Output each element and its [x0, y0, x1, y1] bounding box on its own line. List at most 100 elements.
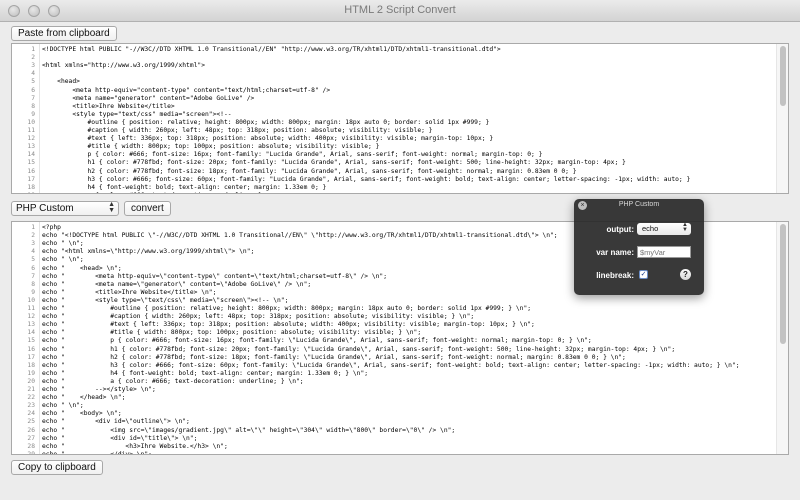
copy-to-clipboard-button[interactable]: Copy to clipboard — [11, 460, 103, 475]
code-line: 1 <!DOCTYPE html PUBLIC "-//W3C//DTD XHTM… — [12, 46, 501, 54]
hud-title: PHP Custom — [618, 201, 660, 208]
code-line: 22 echo " </head> \n"; — [12, 394, 125, 402]
line-number: 15 — [27, 337, 35, 345]
code-text: echo " \n"; — [42, 240, 84, 248]
code-line: 3 echo " \n"; — [12, 240, 84, 248]
line-number: 6 — [31, 264, 35, 272]
code-line: 13 #title { width: 800px; top: 100px; po… — [12, 143, 379, 151]
select-arrows-icon: ▲ ▼ — [108, 201, 115, 214]
line-number: 17 — [27, 175, 35, 183]
code-text: echo " --></style> \n"; — [42, 386, 156, 393]
code-line: 23 echo " \n"; — [12, 402, 83, 410]
code-text: echo " <meta name=\"generator\" content=… — [42, 280, 312, 288]
linebreak-label: linebreak: — [596, 271, 634, 280]
code-line: 11 echo " #outline { position: relative; … — [12, 305, 531, 313]
code-line: 26 echo " <img src=\"images/gradient.jpg\… — [12, 427, 455, 435]
code-line: 16 h2 { color: #778fbd; font-size: 18px;… — [12, 167, 577, 176]
code-line: 16 echo " h1 { color: #778fbd; font-size:… — [12, 346, 675, 354]
input-vertical-scrollbar[interactable] — [776, 44, 788, 193]
code-line: 2 — [12, 54, 42, 62]
code-line: 11 #caption { width: 260px; left: 48px; … — [12, 127, 432, 135]
code-text: echo " </head> \n"; — [42, 394, 126, 402]
line-number: 7 — [31, 94, 35, 102]
line-number: 1 — [31, 46, 35, 53]
line-number: 11 — [27, 127, 35, 134]
line-number: 9 — [31, 110, 35, 118]
code-line: 10 echo " <style type=\"text/css\" media=… — [12, 297, 288, 305]
php-custom-hud-panel: × PHP Custom output: echo ▲ ▼ var name: $… — [574, 199, 704, 295]
code-text: echo " <h3>Ihre Website.</h3> \n"; — [42, 442, 228, 450]
code-line: 14 echo " #title { width: 800px; top: 100… — [12, 329, 421, 337]
convert-button[interactable]: convert — [124, 201, 171, 216]
code-text: echo " <meta http-equiv=\"content-type\"… — [42, 272, 387, 280]
code-text: <!DOCTYPE html PUBLIC "-//W3C//DTD XHTML… — [42, 46, 501, 53]
code-text: echo " #caption { width: 260px; left: 48… — [42, 313, 475, 321]
code-text: h2 { color: #778fbd; font-size: 18px; fo… — [42, 167, 577, 175]
code-line: 4 echo "<html xmlns=\"http://www.w3.org/1… — [12, 248, 254, 256]
code-line: 29echo " </div> \n"; — [12, 451, 152, 454]
code-line: 18 echo " h3 { color: #666; font-size: 60… — [12, 361, 739, 370]
code-text: <style type="text/css" media="screen"><!… — [42, 110, 232, 118]
code-line: 15 h1 { color: #778fbd; font-size: 20px;… — [12, 159, 625, 167]
code-text: h4 { font-weight: bold; text-align: cent… — [42, 183, 327, 191]
code-line: 25 echo " <div id=\"outline\"> \n"; — [12, 418, 189, 426]
code-text: <?php — [42, 224, 61, 231]
code-line: 27 echo " <div id=\"title\"> \n"; — [12, 435, 197, 443]
code-text: #title { width: 800px; top: 100px; posit… — [42, 143, 380, 151]
code-text: echo " <head> \n"; — [42, 264, 122, 272]
code-text: echo "<!DOCTYPE html PUBLIC \"-//W3C//DT… — [42, 232, 558, 240]
code-text: #caption { width: 260px; left: 48px; top… — [42, 127, 433, 134]
line-number: 9 — [31, 288, 35, 296]
code-line: 19 echo " h4 { font-weight: bold; text-al… — [12, 370, 368, 378]
line-number: 14 — [27, 151, 35, 159]
code-text: echo " <img src=\"images/gradient.jpg\" … — [42, 426, 456, 434]
input-html-editor[interactable]: 1 <!DOCTYPE html PUBLIC "-//W3C//DTD XHTM… — [11, 43, 789, 194]
linebreak-checkbox[interactable]: ✓ — [639, 270, 648, 279]
language-select[interactable]: PHP Custom ▲ ▼ — [11, 201, 119, 216]
code-text: echo " #text { left: 336px; top: 318px; … — [42, 321, 535, 329]
line-number: 3 — [31, 62, 35, 70]
code-text: <html xmlns="http://www.w3.org/1999/xhtm… — [42, 62, 206, 70]
help-icon[interactable]: ? — [680, 269, 691, 280]
code-text: echo " h4 { font-weight: bold; text-alig… — [42, 369, 369, 377]
code-line: 8 echo " <meta name=\"generator\" content… — [12, 281, 311, 289]
line-number: 12 — [27, 135, 35, 143]
code-text: <meta name="generator" content="Adobe Go… — [42, 94, 255, 102]
line-number: 4 — [31, 248, 35, 256]
line-number: 23 — [27, 402, 35, 410]
line-number: 21 — [27, 386, 35, 393]
code-text: echo " h2 { color: #778fbd; font-size: 1… — [42, 353, 626, 361]
code-line: 17 h3 { color: #666; font-size: 60px; fo… — [12, 176, 690, 184]
code-text: echo " <title>Ihre Website</title> \n"; — [42, 288, 217, 296]
code-line: 15 echo " p { color: #666; font-size: 16p… — [12, 337, 591, 345]
output-select[interactable]: echo ▲ ▼ — [637, 222, 691, 235]
code-line: 7 <meta name="generator" content="Adobe … — [12, 95, 254, 103]
input-scroll-thumb[interactable] — [780, 46, 786, 106]
code-text: echo "<html xmlns=\"http://www.w3.org/19… — [42, 248, 255, 256]
var-name-input[interactable]: $myVar — [637, 246, 691, 258]
code-line: 7 echo " <meta http-equiv=\"content-type\… — [12, 273, 387, 281]
code-text: a { color: #666; text-decoration: underl… — [38, 192, 261, 193]
line-number: 29 — [12, 451, 38, 454]
line-number: 27 — [27, 434, 35, 442]
code-line: 13 echo " #text { left: 336px; top: 318px… — [12, 321, 535, 329]
code-line: 5 <head> — [12, 78, 80, 86]
code-line: 24 echo " <body> \n"; — [12, 410, 122, 418]
code-text: echo " a { color: #666; text-decoration:… — [42, 377, 304, 385]
line-number: 11 — [27, 305, 35, 312]
code-text: <meta http-equiv="content-type" content=… — [42, 86, 331, 94]
code-text: echo " </div> \n"; — [38, 451, 152, 454]
code-line: 6 echo " <head> \n"; — [12, 264, 122, 273]
code-line: 6 <meta http-equiv="content-type" conten… — [12, 87, 330, 95]
input-code-area[interactable]: 1 <!DOCTYPE html PUBLIC "-//W3C//DTD XHTM… — [12, 44, 776, 193]
line-number: 16 — [27, 167, 35, 175]
code-text: echo " <body> \n"; — [42, 410, 122, 418]
line-number: 18 — [27, 361, 35, 369]
output-vertical-scrollbar[interactable] — [776, 222, 788, 454]
code-text: echo " #title { width: 800px; top: 100px… — [42, 329, 422, 337]
code-text: h3 { color: #666; font-size: 60px; font-… — [42, 175, 691, 183]
code-text: #text { left: 336px; top: 318px; positio… — [42, 135, 494, 143]
output-scroll-thumb[interactable] — [780, 224, 786, 344]
code-line: 17 echo " h2 { color: #778fbd; font-size:… — [12, 353, 626, 362]
paste-from-clipboard-button[interactable]: Paste from clipboard — [11, 26, 117, 41]
